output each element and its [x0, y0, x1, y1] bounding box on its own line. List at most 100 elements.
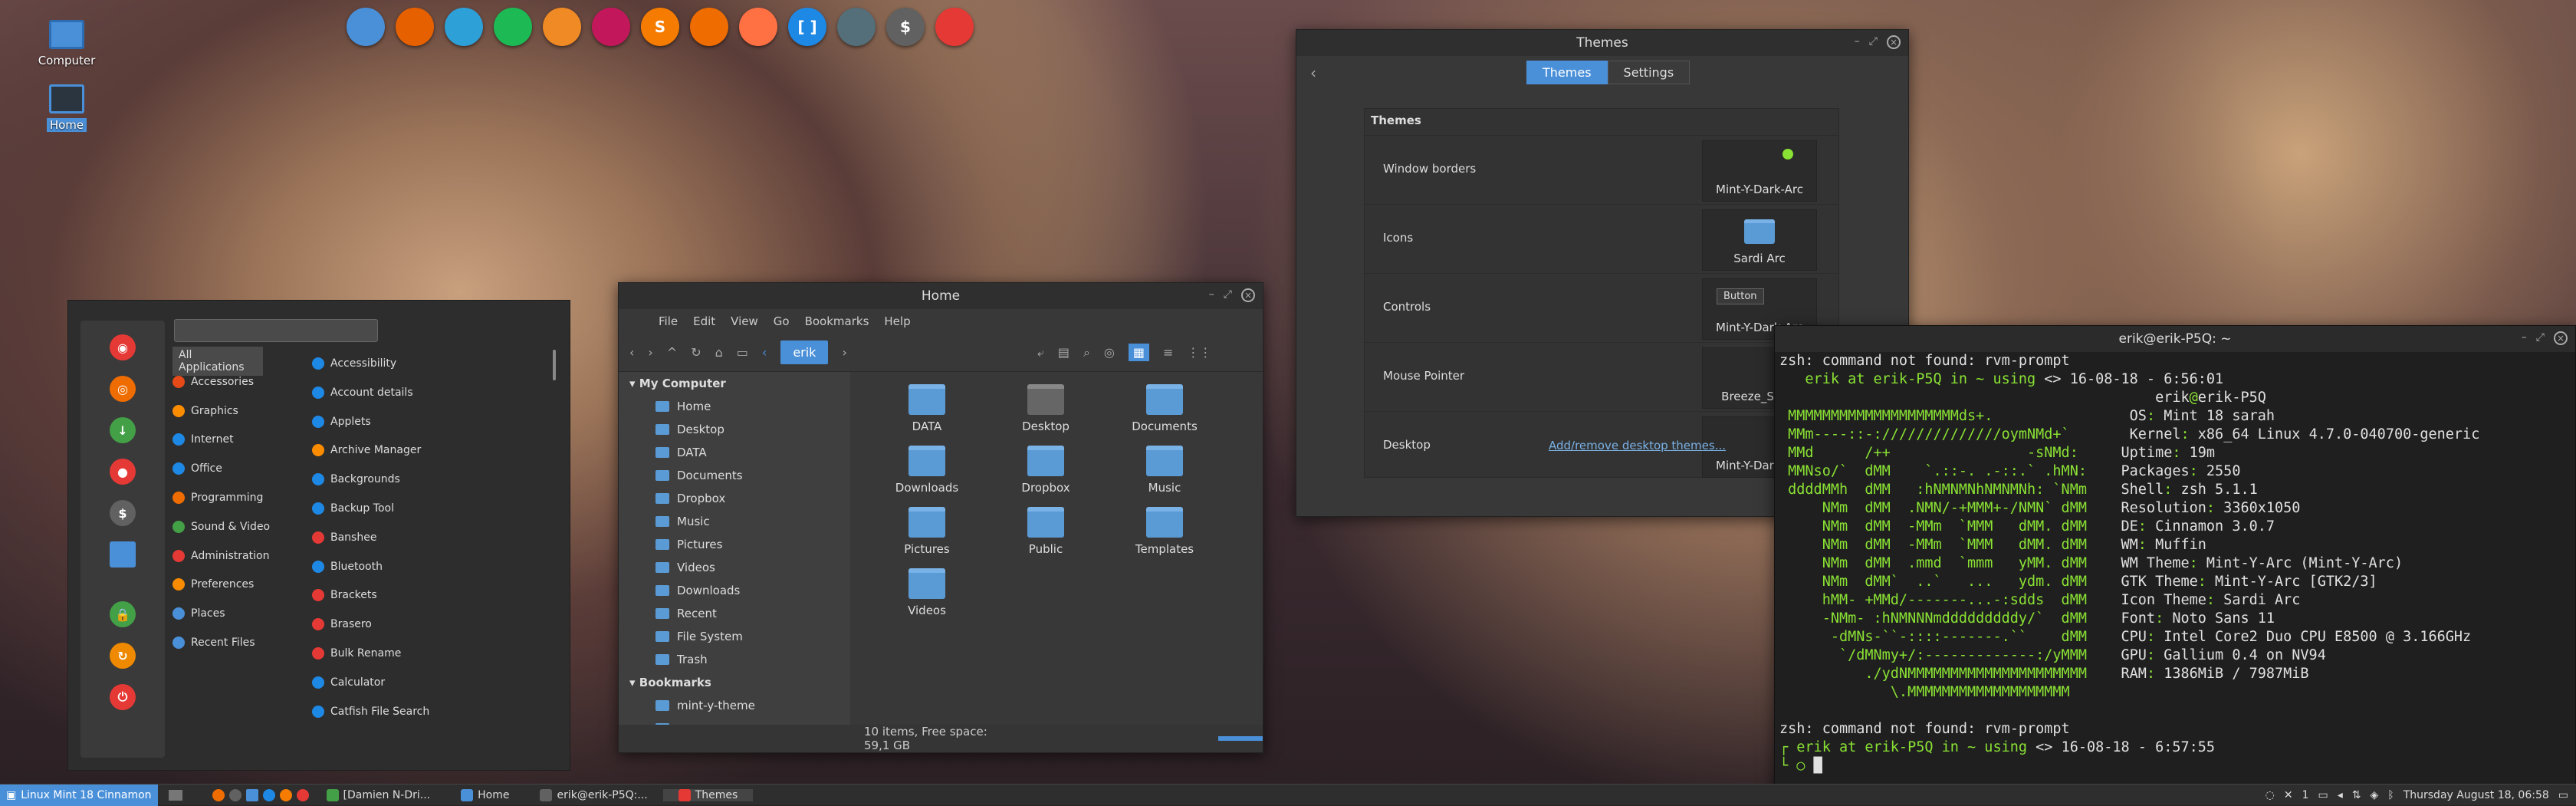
menu-app-item[interactable]: Accessibility	[312, 357, 396, 370]
dock-app-bracket-icon[interactable]: [ ]	[788, 8, 826, 46]
menu-category[interactable]: Recent Files	[172, 637, 255, 649]
dock-app-orange2-icon[interactable]	[690, 8, 728, 46]
menu-app-item[interactable]: Bluetooth	[312, 560, 383, 573]
sidebar-item-file-system[interactable]: File System	[619, 625, 850, 648]
minimize-icon[interactable]: –	[1209, 288, 1214, 302]
zoom-slider[interactable]	[1218, 736, 1263, 741]
path-toggle-icon[interactable]: ⤶	[1037, 345, 1044, 360]
window-overview-icon[interactable]: ▭	[2558, 789, 2568, 801]
panel-window-button[interactable]: [Damien N-Dri...	[311, 788, 446, 801]
back-icon[interactable]: ‹	[1310, 64, 1316, 82]
folder-music[interactable]: Music	[1119, 446, 1211, 495]
sidebar-item-videos[interactable]: Videos	[619, 556, 850, 579]
sidebar-item-downloads[interactable]: Downloads	[619, 579, 850, 602]
close-icon[interactable]: ×	[1241, 288, 1255, 302]
tab-themes[interactable]: Themes	[1526, 61, 1608, 84]
compact-view-icon[interactable]: ⋮⋮	[1187, 345, 1211, 360]
menu-app-item[interactable]: Brasero	[312, 618, 372, 631]
folder-public[interactable]: Public	[1000, 507, 1092, 556]
bluetooth-icon[interactable]: ᛒ	[2387, 789, 2394, 801]
menu-view[interactable]: View	[731, 314, 758, 328]
dock-screenshot-icon[interactable]	[837, 8, 876, 46]
minimize-icon[interactable]: –	[2522, 331, 2527, 345]
menu-file[interactable]: File	[659, 314, 678, 328]
menu-app-item[interactable]: Account details	[312, 386, 413, 399]
menu-scrollbar[interactable]	[553, 350, 556, 380]
menu-go[interactable]: Go	[774, 314, 790, 328]
menu-category[interactable]: Graphics	[172, 404, 238, 417]
add-remove-desktop-themes-link[interactable]: Add/remove desktop themes...	[1549, 439, 1726, 452]
path-right-arrow[interactable]: ›	[842, 345, 846, 360]
minimize-icon[interactable]: –	[1855, 35, 1860, 49]
maximize-icon[interactable]: ⤢	[1869, 35, 1878, 49]
menu-search-input[interactable]	[174, 319, 378, 342]
menu-category[interactable]: Sound & Video	[172, 520, 270, 533]
terminal-window[interactable]: erik@erik-P5Q: ~ – ⤢ × zsh: command not fo…	[1774, 325, 2576, 805]
maximize-icon[interactable]: ⤢	[2536, 331, 2545, 345]
tab-settings[interactable]: Settings	[1607, 61, 1691, 84]
dock-spotify-icon[interactable]	[494, 8, 532, 46]
dock-note-icon[interactable]	[445, 8, 483, 46]
menu-button[interactable]: ▣ Linux Mint 18 Cinnamon	[0, 784, 158, 806]
home-icon[interactable]: ⌂	[715, 345, 723, 360]
reload-icon[interactable]: ↻	[691, 345, 701, 360]
menu-app-item[interactable]: Catfish File Search	[312, 705, 429, 718]
close-window-icon[interactable]: ✕	[2284, 789, 2293, 801]
sidebar-item-desktop[interactable]: Desktop	[619, 418, 850, 441]
network-icon[interactable]: ⇅	[2352, 789, 2361, 801]
shutdown-icon[interactable]: ⏻	[110, 684, 136, 710]
search-icon[interactable]: ⌕	[1083, 345, 1090, 360]
sidebar-item-music[interactable]: Music	[619, 510, 850, 533]
launcher-app2-icon[interactable]	[296, 788, 309, 801]
folder-templates[interactable]: Templates	[1119, 507, 1211, 556]
theme-preview-button[interactable]: Sardi Arc	[1702, 209, 1817, 271]
maximize-icon[interactable]: ⤢	[1224, 288, 1232, 302]
dock-terminal-icon[interactable]: $	[886, 8, 925, 46]
back-icon[interactable]: ‹	[629, 345, 634, 360]
sidebar-item-dropbox[interactable]: Dropbox	[619, 487, 850, 510]
close-icon[interactable]: ×	[2554, 331, 2568, 345]
panel-window-button[interactable]: Themes	[662, 788, 754, 801]
menu-app-item[interactable]: Calculator	[312, 676, 385, 689]
update-icon[interactable]: ◌	[2266, 789, 2275, 801]
menu-bookmarks[interactable]: Bookmarks	[805, 314, 869, 328]
panel-window-button[interactable]: Home	[445, 788, 524, 801]
launcher-terminal-icon[interactable]	[228, 788, 242, 801]
menu-edit[interactable]: Edit	[693, 314, 715, 328]
folder-desktop[interactable]: Desktop	[1000, 384, 1092, 433]
desktop-icon-home[interactable]: Home	[25, 84, 109, 132]
sidebar-header-my-computer[interactable]: ▾ My Computer	[619, 372, 850, 395]
menu-app-item[interactable]: Backgrounds	[312, 473, 400, 486]
close-icon[interactable]: ×	[1887, 35, 1901, 49]
sidebar-item-documents[interactable]: Documents	[619, 464, 850, 487]
theme-preview-button[interactable]: Mint-Y-Dark-Arc	[1702, 140, 1817, 202]
dock-firefox-icon[interactable]	[396, 8, 434, 46]
dock-shutdown-icon[interactable]	[935, 8, 974, 46]
menu-app-item[interactable]: Backup Tool	[312, 502, 394, 515]
desktop-icon-computer[interactable]: Computer	[25, 20, 109, 67]
path-button-erik[interactable]: erik	[780, 340, 829, 364]
menu-category[interactable]: Administration	[172, 549, 269, 562]
folder-data[interactable]: DATA	[881, 384, 973, 433]
favorite-files-icon[interactable]	[110, 541, 136, 567]
launcher-firefox-icon[interactable]	[212, 788, 225, 801]
menu-category[interactable]: All Applications	[172, 347, 263, 376]
menu-category[interactable]: Accessories	[172, 375, 254, 388]
favorite-app2-icon[interactable]: ●	[110, 459, 136, 485]
terminal-icon[interactable]: ▤	[1058, 345, 1070, 360]
sidebar-item-home[interactable]: Home	[619, 395, 850, 418]
dock-app-orange-icon[interactable]	[543, 8, 581, 46]
dock-sublime-icon[interactable]: S	[641, 8, 679, 46]
menu-category[interactable]: Programming	[172, 492, 263, 504]
logout-icon[interactable]: ↻	[110, 643, 136, 669]
notifications-icon[interactable]: ▭	[2318, 789, 2328, 801]
launcher-files-icon[interactable]	[245, 788, 258, 801]
menu-app-item[interactable]: Banshee	[312, 531, 376, 544]
folder-pictures[interactable]: Pictures	[881, 507, 973, 556]
dock-app-magenta-icon[interactable]	[592, 8, 630, 46]
launcher-sublime-icon[interactable]	[279, 788, 292, 801]
folder-dropbox[interactable]: Dropbox	[1000, 446, 1092, 495]
path-left-arrow[interactable]: ‹	[762, 345, 767, 360]
menu-category[interactable]: Preferences	[172, 578, 254, 591]
menu-app-item[interactable]: Applets	[312, 415, 371, 428]
